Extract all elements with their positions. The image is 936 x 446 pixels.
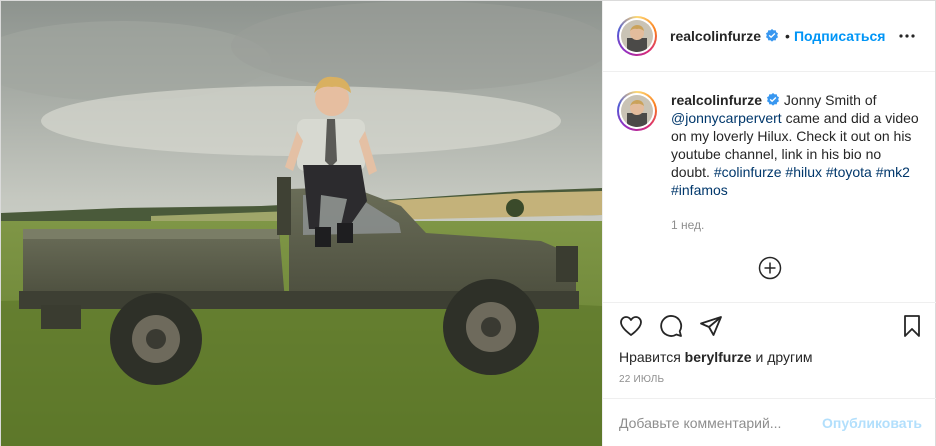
avatar-frame bbox=[619, 18, 655, 54]
comment-icon[interactable] bbox=[659, 314, 683, 338]
publish-button[interactable]: Опубликовать bbox=[822, 415, 922, 431]
caption-username[interactable]: realcolinfurze bbox=[671, 92, 762, 108]
action-icons bbox=[619, 314, 723, 338]
follow-button[interactable]: Подписаться bbox=[794, 28, 886, 44]
heart-icon[interactable] bbox=[619, 314, 643, 338]
mention-link[interactable]: @jonnycarpervert bbox=[671, 110, 782, 126]
instagram-post: realcolinfurze • Подписаться realcolinfu… bbox=[0, 0, 936, 446]
post-image bbox=[1, 1, 602, 446]
caption-avatar-frame bbox=[619, 93, 655, 129]
caption-avatar[interactable] bbox=[617, 91, 657, 131]
likes-suffix[interactable]: и другим bbox=[752, 349, 812, 365]
post-side-panel: realcolinfurze • Подписаться realcolinfu… bbox=[602, 1, 936, 446]
caption-text-1: Jonny Smith of bbox=[783, 92, 877, 108]
plus-circle-icon bbox=[758, 256, 782, 280]
post-time[interactable]: 1 нед. bbox=[671, 218, 704, 232]
more-horizontal-icon bbox=[899, 34, 915, 38]
separator-dot: • bbox=[785, 28, 790, 44]
post-photo[interactable] bbox=[1, 1, 602, 446]
post-actions: Нравится berylfurze и другим 22 ИЮЛЬ bbox=[603, 302, 936, 398]
post-date[interactable]: 22 ИЮЛЬ bbox=[619, 374, 664, 385]
caption-verified-badge-icon bbox=[767, 93, 780, 106]
avatar-image bbox=[621, 20, 653, 52]
add-comment-button[interactable] bbox=[758, 256, 782, 280]
comment-input[interactable]: Добавьте комментарий... bbox=[619, 415, 822, 431]
caption: realcolinfurze Jonny Smith of @jonnycarp… bbox=[617, 91, 922, 199]
bookmark-icon[interactable] bbox=[900, 314, 924, 338]
likes-summary: Нравится berylfurze и другим bbox=[619, 349, 813, 365]
header-username[interactable]: realcolinfurze bbox=[670, 28, 761, 44]
likes-prefix: Нравится bbox=[619, 349, 685, 365]
verified-badge-icon bbox=[766, 29, 779, 42]
caption-text: realcolinfurze Jonny Smith of @jonnycarp… bbox=[671, 91, 921, 199]
comment-bar: Добавьте комментарий... Опубликовать bbox=[603, 398, 936, 446]
caption-avatar-image bbox=[621, 95, 653, 127]
post-header: realcolinfurze • Подписаться bbox=[603, 1, 935, 72]
avatar[interactable] bbox=[617, 16, 657, 56]
more-options-button[interactable] bbox=[895, 24, 919, 48]
likes-user-link[interactable]: berylfurze bbox=[685, 349, 752, 365]
share-icon[interactable] bbox=[699, 314, 723, 338]
